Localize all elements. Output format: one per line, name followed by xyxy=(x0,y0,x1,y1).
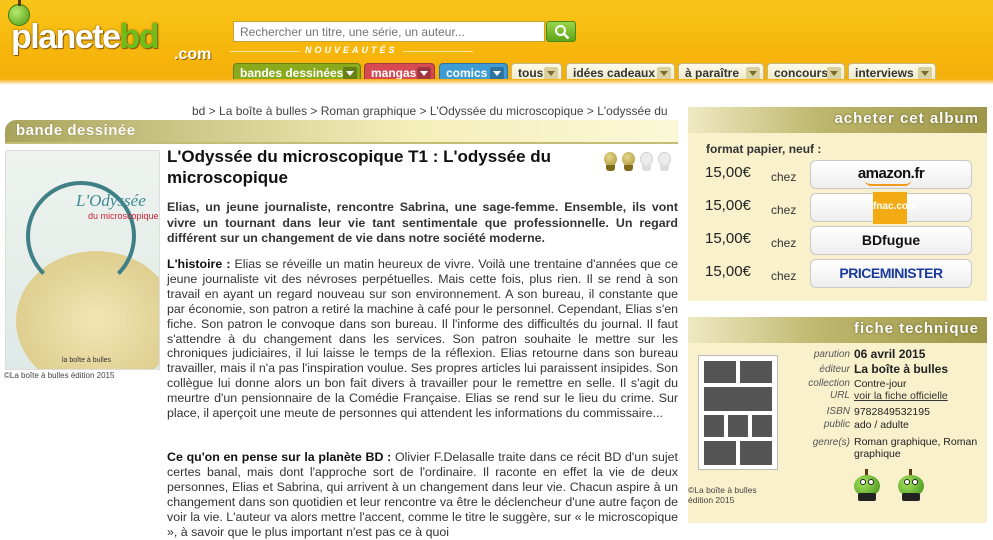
offer-chez: chez xyxy=(771,269,797,283)
logo-suffix-text: .com xyxy=(174,46,212,63)
opinion-paragraph: Ce qu'on en pense sur la planète BD : Ol… xyxy=(167,450,678,539)
chevron-down-icon xyxy=(827,67,841,80)
priceminister-logo-icon: PRICEMINISTER xyxy=(839,265,943,281)
tab-label: bandes dessinées xyxy=(240,66,344,80)
fiche-key: parution xyxy=(813,349,850,360)
fiche-title: fiche technique xyxy=(853,320,979,337)
bulb-off-icon xyxy=(639,150,654,172)
page-preview-thumbnail[interactable] xyxy=(698,355,778,470)
mascots-illustration xyxy=(850,465,940,505)
offer-chez: chez xyxy=(771,170,797,184)
fiche-key: public xyxy=(823,419,850,430)
logo-accent-text: bd xyxy=(119,18,160,56)
section-divider xyxy=(5,142,678,144)
tab-interviews[interactable]: interviews xyxy=(848,63,936,83)
nouveautes-label: NOUVEAUTÉS xyxy=(230,45,472,55)
buy-panel-header: acheter cet album xyxy=(688,107,987,133)
tab-concours[interactable]: concours xyxy=(767,63,845,83)
offer-row: 15,00€ chez PRICEMINISTER xyxy=(705,259,980,289)
tab-label: idées cadeaux xyxy=(573,66,656,80)
fiche-value: Contre-jour xyxy=(854,378,907,390)
site-header: planetebd .com NOUVEAUTÉS bandes dessiné… xyxy=(0,0,993,85)
tab-idees-cadeaux[interactable]: idées cadeaux xyxy=(566,63,675,83)
album-cover[interactable]: L'Odyssée du microscopique la boîte à bu… xyxy=(5,150,160,370)
tab-label: tous xyxy=(518,66,544,80)
search-icon xyxy=(555,25,570,40)
offer-price: 15,00€ xyxy=(705,230,751,247)
offer-chez: chez xyxy=(771,236,797,250)
fiche-key: collection xyxy=(808,378,850,389)
offer-price: 15,00€ xyxy=(705,197,751,214)
fiche-value: La boîte à bulles xyxy=(854,362,949,376)
fiche-key: éditeur xyxy=(819,364,850,375)
format-label: format papier, neuf : xyxy=(706,142,822,156)
fnac-logo-icon: fnac.com xyxy=(873,192,917,224)
tab-label: à paraître xyxy=(685,66,740,80)
search-input[interactable] xyxy=(233,21,545,42)
tab-label: interviews xyxy=(855,66,914,80)
section-header: bande dessinée xyxy=(5,120,678,142)
mascot-icon xyxy=(896,469,926,501)
section-title: bande dessinée xyxy=(16,122,136,139)
buy-panel-title: acheter cet album xyxy=(834,110,979,127)
chevron-down-icon xyxy=(417,67,431,80)
tab-mangas[interactable]: mangas xyxy=(364,63,435,83)
official-page-link[interactable]: voir la fiche officielle xyxy=(854,390,982,402)
tab-a-paraitre[interactable]: à paraître xyxy=(678,63,764,83)
cover-subtitle: du microscopique xyxy=(88,211,159,221)
cover-title: L'Odyssée xyxy=(76,191,146,210)
site-logo[interactable]: planetebd .com xyxy=(8,0,228,66)
offer-row: 15,00€ chez amazon.fr xyxy=(705,160,980,190)
fiche-key: ISBN xyxy=(826,406,850,417)
chevron-down-icon xyxy=(490,67,504,80)
chevron-down-icon xyxy=(918,67,932,80)
priceminister-button[interactable]: PRICEMINISTER xyxy=(810,259,972,288)
album-title: L'Odyssée du microscopique T1 : L'odyssé… xyxy=(167,147,552,187)
bulb-on-icon xyxy=(603,150,618,172)
fiche-value: 9782849532195 xyxy=(854,406,930,418)
tab-label: mangas xyxy=(371,66,417,80)
histoire-paragraph: L'histoire : Elias se réveille un matin … xyxy=(167,257,678,421)
offer-price: 15,00€ xyxy=(705,263,751,280)
fiche-value: 06 avril 2015 xyxy=(854,347,926,361)
histoire-label: L'histoire : xyxy=(167,257,231,271)
bdfugue-button[interactable]: BDfugue xyxy=(810,226,972,255)
logo-main-text: planete xyxy=(11,18,121,56)
opinion-label: Ce qu'on en pense sur la planète BD : xyxy=(167,450,392,464)
tab-bandes-dessinees[interactable]: bandes dessinées xyxy=(233,63,361,83)
buy-panel: acheter cet album format papier, neuf : … xyxy=(688,107,987,301)
offer-price: 15,00€ xyxy=(705,164,751,181)
histoire-text: Elias se réveille un matin heureux de vi… xyxy=(167,257,679,421)
chevron-down-icon xyxy=(343,67,357,80)
chevron-down-icon xyxy=(657,67,671,80)
fiche-technique-panel: fiche technique ©La boîte à bulles éditi… xyxy=(688,317,987,523)
mascot-icon xyxy=(852,469,882,501)
offer-row: 15,00€ chez fnac.com xyxy=(705,192,980,224)
bdfugue-logo-icon: BDfugue xyxy=(861,232,921,248)
fiche-key: URL xyxy=(829,390,850,401)
bulb-on-icon xyxy=(621,150,636,172)
tab-label: comics xyxy=(446,66,488,80)
fiche-value: Roman graphique, Roman graphique xyxy=(854,436,978,460)
cover-caption: ©La boîte à bulles édition 2015 xyxy=(4,371,115,380)
offer-chez: chez xyxy=(771,203,797,217)
fiche-key: genre(s) xyxy=(812,437,850,448)
chevron-down-icon xyxy=(544,67,558,80)
album-summary: Elias, un jeune journaliste, rencontre S… xyxy=(167,200,678,245)
cover-publisher: la boîte à bulles xyxy=(62,357,112,364)
amazon-button[interactable]: amazon.fr xyxy=(810,160,972,189)
offer-row: 15,00€ chez BDfugue xyxy=(705,226,980,256)
rating-bulbs xyxy=(603,148,678,176)
search-button[interactable] xyxy=(546,21,576,42)
tab-comics[interactable]: comics xyxy=(439,63,508,83)
tab-tous[interactable]: tous xyxy=(511,63,562,83)
preview-caption: ©La boîte à bulles édition 2015 xyxy=(688,485,757,505)
fiche-value: ado / adulte xyxy=(854,419,909,431)
bulb-off-icon xyxy=(657,150,672,172)
tab-label: concours xyxy=(774,66,829,80)
fiche-header: fiche technique xyxy=(688,317,987,343)
chevron-down-icon xyxy=(746,67,760,80)
fnac-button[interactable]: fnac.com xyxy=(810,192,972,224)
